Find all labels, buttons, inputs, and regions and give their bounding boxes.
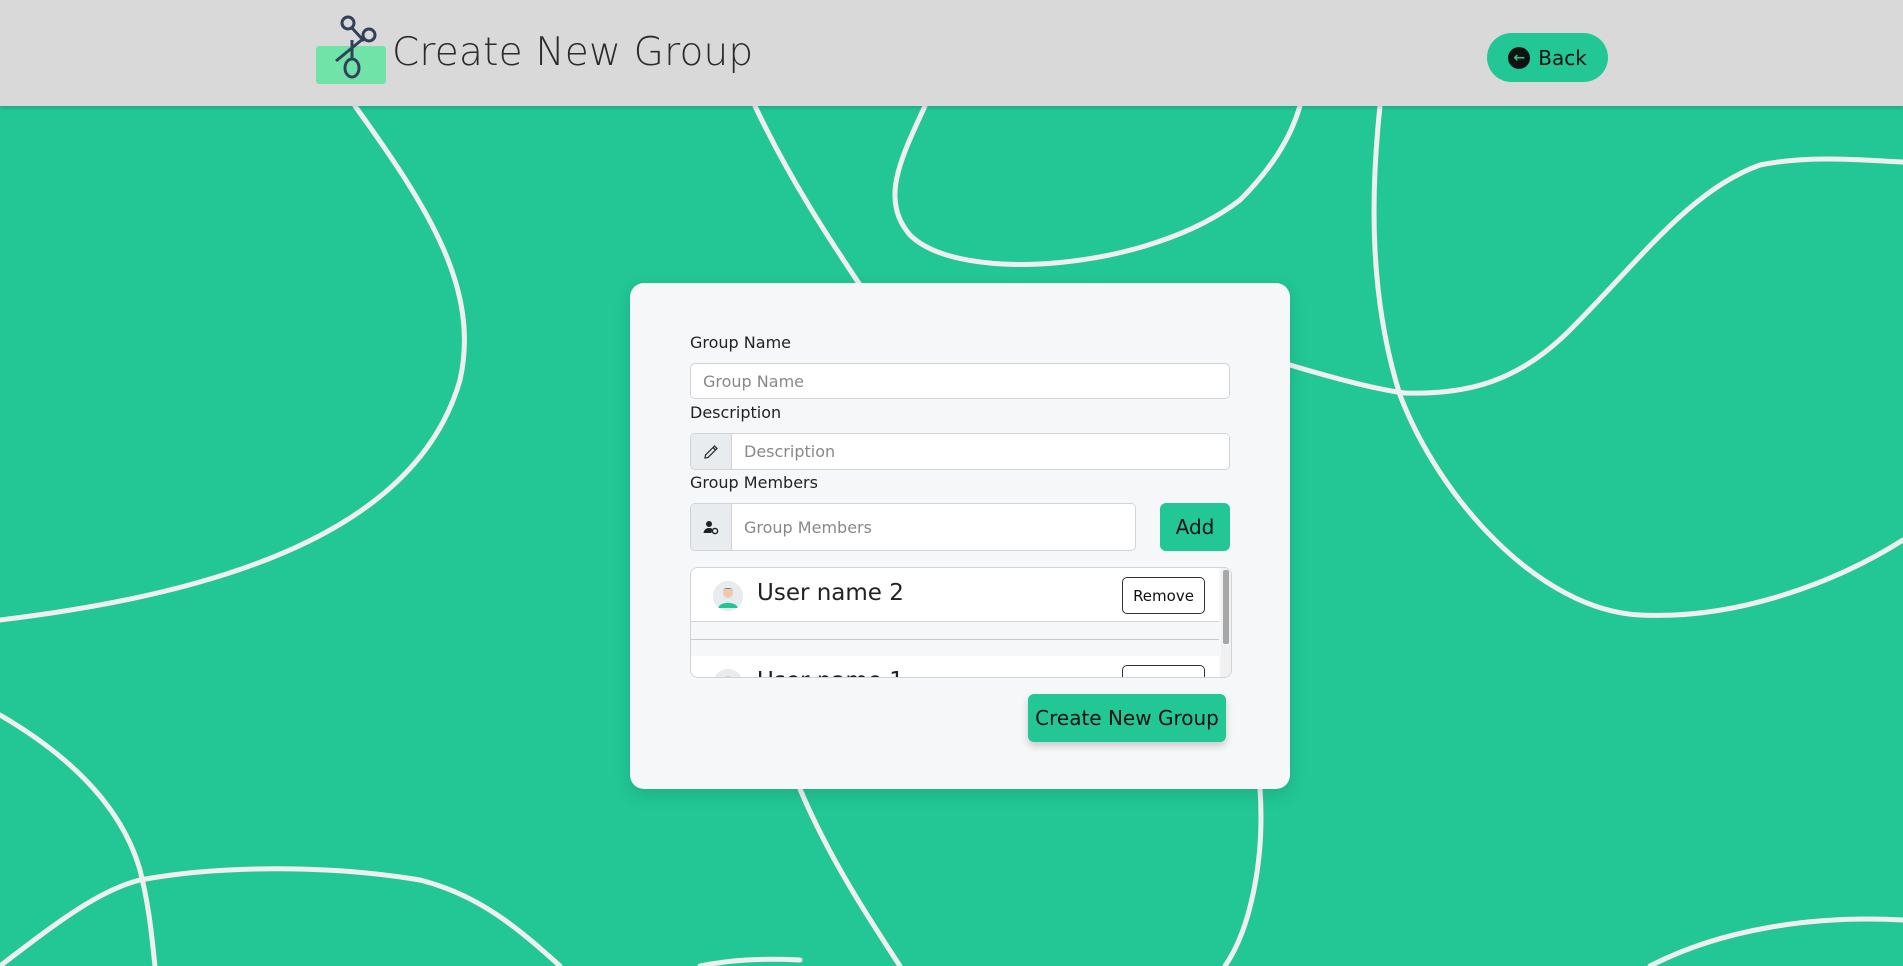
member-name: User name 2 bbox=[757, 580, 904, 606]
list-item: User name 1 Remove bbox=[691, 656, 1219, 677]
back-button[interactable]: ← Back bbox=[1487, 33, 1608, 82]
user-avatar-icon bbox=[713, 669, 743, 677]
create-group-button[interactable]: Create New Group bbox=[1028, 694, 1226, 742]
group-members-input[interactable] bbox=[732, 504, 1135, 550]
member-name: User name 1 bbox=[757, 668, 904, 677]
arrow-left-circle-icon: ← bbox=[1508, 46, 1531, 69]
page-title: Create New Group bbox=[392, 30, 754, 75]
list-divider bbox=[691, 639, 1219, 640]
top-navbar: Create New Group ← Back bbox=[0, 0, 1903, 106]
scrollbar-thumb[interactable] bbox=[1223, 570, 1229, 644]
group-name-input[interactable] bbox=[690, 363, 1230, 399]
add-member-button[interactable]: Add bbox=[1160, 503, 1230, 551]
list-item: User name 2 Remove bbox=[691, 568, 1219, 622]
user-avatar-icon bbox=[713, 581, 743, 611]
description-label: Description bbox=[690, 403, 782, 422]
remove-member-button[interactable]: Remove bbox=[1122, 577, 1205, 614]
remove-member-button[interactable]: Remove bbox=[1122, 665, 1205, 677]
group-name-label: Group Name bbox=[690, 333, 791, 352]
members-scrollbar[interactable] bbox=[1221, 568, 1231, 677]
group-members-label: Group Members bbox=[690, 473, 818, 492]
pencil-icon bbox=[691, 434, 732, 469]
description-input-group bbox=[690, 433, 1230, 470]
create-group-card: Group Name Description Group Members Add bbox=[630, 283, 1290, 789]
description-input[interactable] bbox=[732, 434, 1229, 469]
members-list[interactable]: User name 2 Remove User name 1 Remove bbox=[690, 567, 1232, 678]
back-button-label: Back bbox=[1538, 45, 1587, 70]
scissors-logo-icon bbox=[316, 15, 386, 84]
group-members-input-group bbox=[690, 503, 1136, 551]
person-gear-icon bbox=[691, 504, 732, 550]
